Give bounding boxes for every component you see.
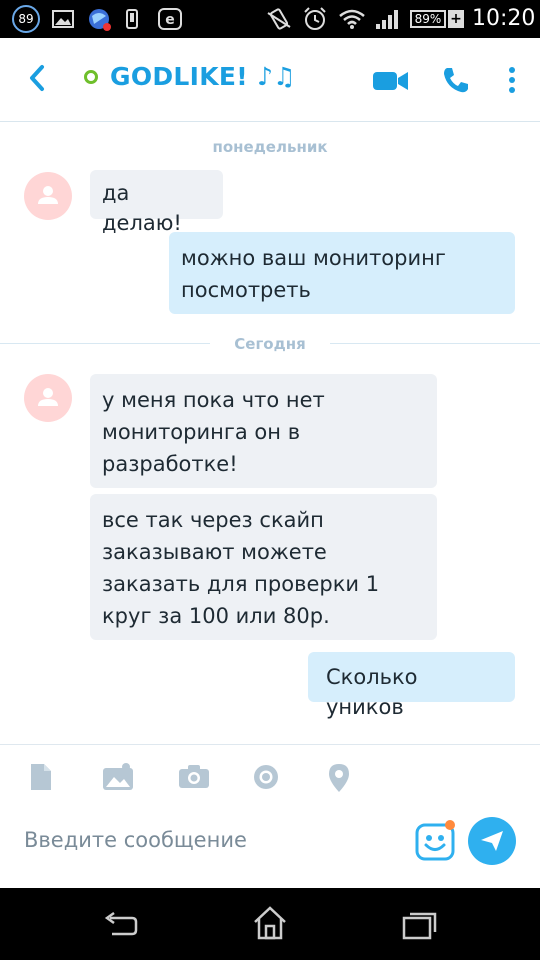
online-status-icon xyxy=(84,70,98,84)
notification-badge: 89 xyxy=(12,5,40,33)
incoming-message[interactable]: да делаю! xyxy=(90,170,223,235)
send-icon xyxy=(481,831,503,851)
alarm-icon xyxy=(304,7,326,30)
wifi-icon xyxy=(339,9,365,29)
message-composer: Введите сообщение xyxy=(0,804,540,888)
outgoing-message[interactable]: можно ваш мониторинг посмотреть xyxy=(169,232,515,314)
location-icon[interactable] xyxy=(328,763,350,793)
file-icon[interactable] xyxy=(30,763,52,791)
send-button[interactable] xyxy=(468,817,516,865)
recent-apps-icon[interactable] xyxy=(402,908,438,940)
vibrate-icon xyxy=(267,8,291,30)
more-options-icon[interactable] xyxy=(507,66,517,94)
attachment-toolbar xyxy=(0,744,540,805)
back-nav-icon[interactable] xyxy=(102,912,138,940)
outgoing-message[interactable]: Сколько уников xyxy=(308,652,515,719)
video-call-icon[interactable] xyxy=(372,70,410,92)
battery-indicator: 89% xyxy=(410,10,446,28)
day-separator-today: Сегодня xyxy=(234,335,306,353)
globe-icon xyxy=(89,9,111,31)
day-separator-monday: понедельник xyxy=(212,138,328,156)
day-divider-right xyxy=(330,343,540,344)
video-message-icon[interactable] xyxy=(252,763,280,791)
avatar[interactable] xyxy=(24,172,72,220)
image-icon xyxy=(52,10,74,28)
e-app-icon: e xyxy=(158,8,182,30)
signal-icon xyxy=(376,10,398,29)
emoticon-icon[interactable] xyxy=(414,818,458,862)
charging-icon: + xyxy=(448,10,464,28)
incoming-message[interactable]: у меня пока что нет мониторинга он в раз… xyxy=(90,374,437,488)
clock: 10:20 xyxy=(472,6,536,31)
status-bar: 89 e 89% + 10:20 xyxy=(0,0,540,38)
avatar[interactable] xyxy=(24,374,72,422)
incoming-message[interactable]: все так через скайп заказывают можете за… xyxy=(90,494,437,640)
contact-name[interactable]: GODLIKE! ♪♫ xyxy=(110,62,296,91)
voice-call-icon[interactable] xyxy=(442,66,470,94)
user-icon xyxy=(38,186,58,204)
message-input[interactable]: Введите сообщение xyxy=(24,828,247,852)
camera-icon[interactable] xyxy=(178,763,210,789)
phone-device-icon xyxy=(126,9,138,29)
svg-text:e: e xyxy=(165,12,175,28)
home-nav-icon[interactable] xyxy=(252,906,288,940)
chat-header: GODLIKE! ♪♫ xyxy=(0,38,540,122)
user-icon xyxy=(38,388,58,406)
gallery-icon[interactable] xyxy=(102,763,134,791)
back-arrow-icon[interactable] xyxy=(26,64,48,92)
system-nav-bar xyxy=(0,888,540,960)
